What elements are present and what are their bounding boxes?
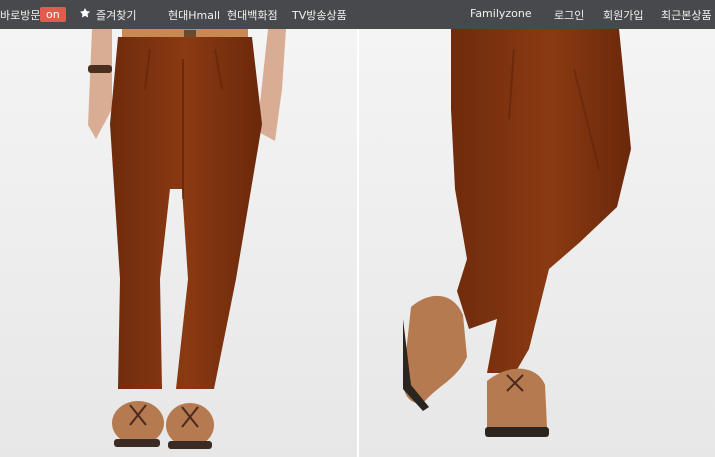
favorites-link[interactable]: 즐겨찾기 bbox=[96, 7, 136, 23]
pants-front-illustration bbox=[0, 29, 357, 457]
product-photo-side bbox=[359, 29, 715, 457]
hyundai-department-store-link[interactable]: 현대백화점 bbox=[227, 7, 278, 23]
star-icon bbox=[80, 8, 91, 18]
product-photo-front bbox=[0, 29, 357, 457]
hmall-link[interactable]: 현대Hmall bbox=[168, 7, 220, 23]
signup-link[interactable]: 회원가입 bbox=[603, 7, 643, 23]
direct-visit-on-badge[interactable]: on bbox=[40, 7, 66, 22]
login-link[interactable]: 로그인 bbox=[554, 7, 584, 23]
pants-side-illustration bbox=[359, 29, 715, 457]
familyzone-link[interactable]: Familyzone bbox=[470, 7, 532, 20]
direct-visit-label[interactable]: 바로방문 bbox=[0, 7, 40, 23]
top-navigation-bar: 바로방문 on 즐겨찾기 현대Hmall 현대백화점 TV방송상품 Family… bbox=[0, 0, 715, 29]
recently-viewed-link[interactable]: 최근본상품 bbox=[661, 7, 712, 23]
tv-broadcast-products-link[interactable]: TV방송상품 bbox=[292, 7, 347, 23]
